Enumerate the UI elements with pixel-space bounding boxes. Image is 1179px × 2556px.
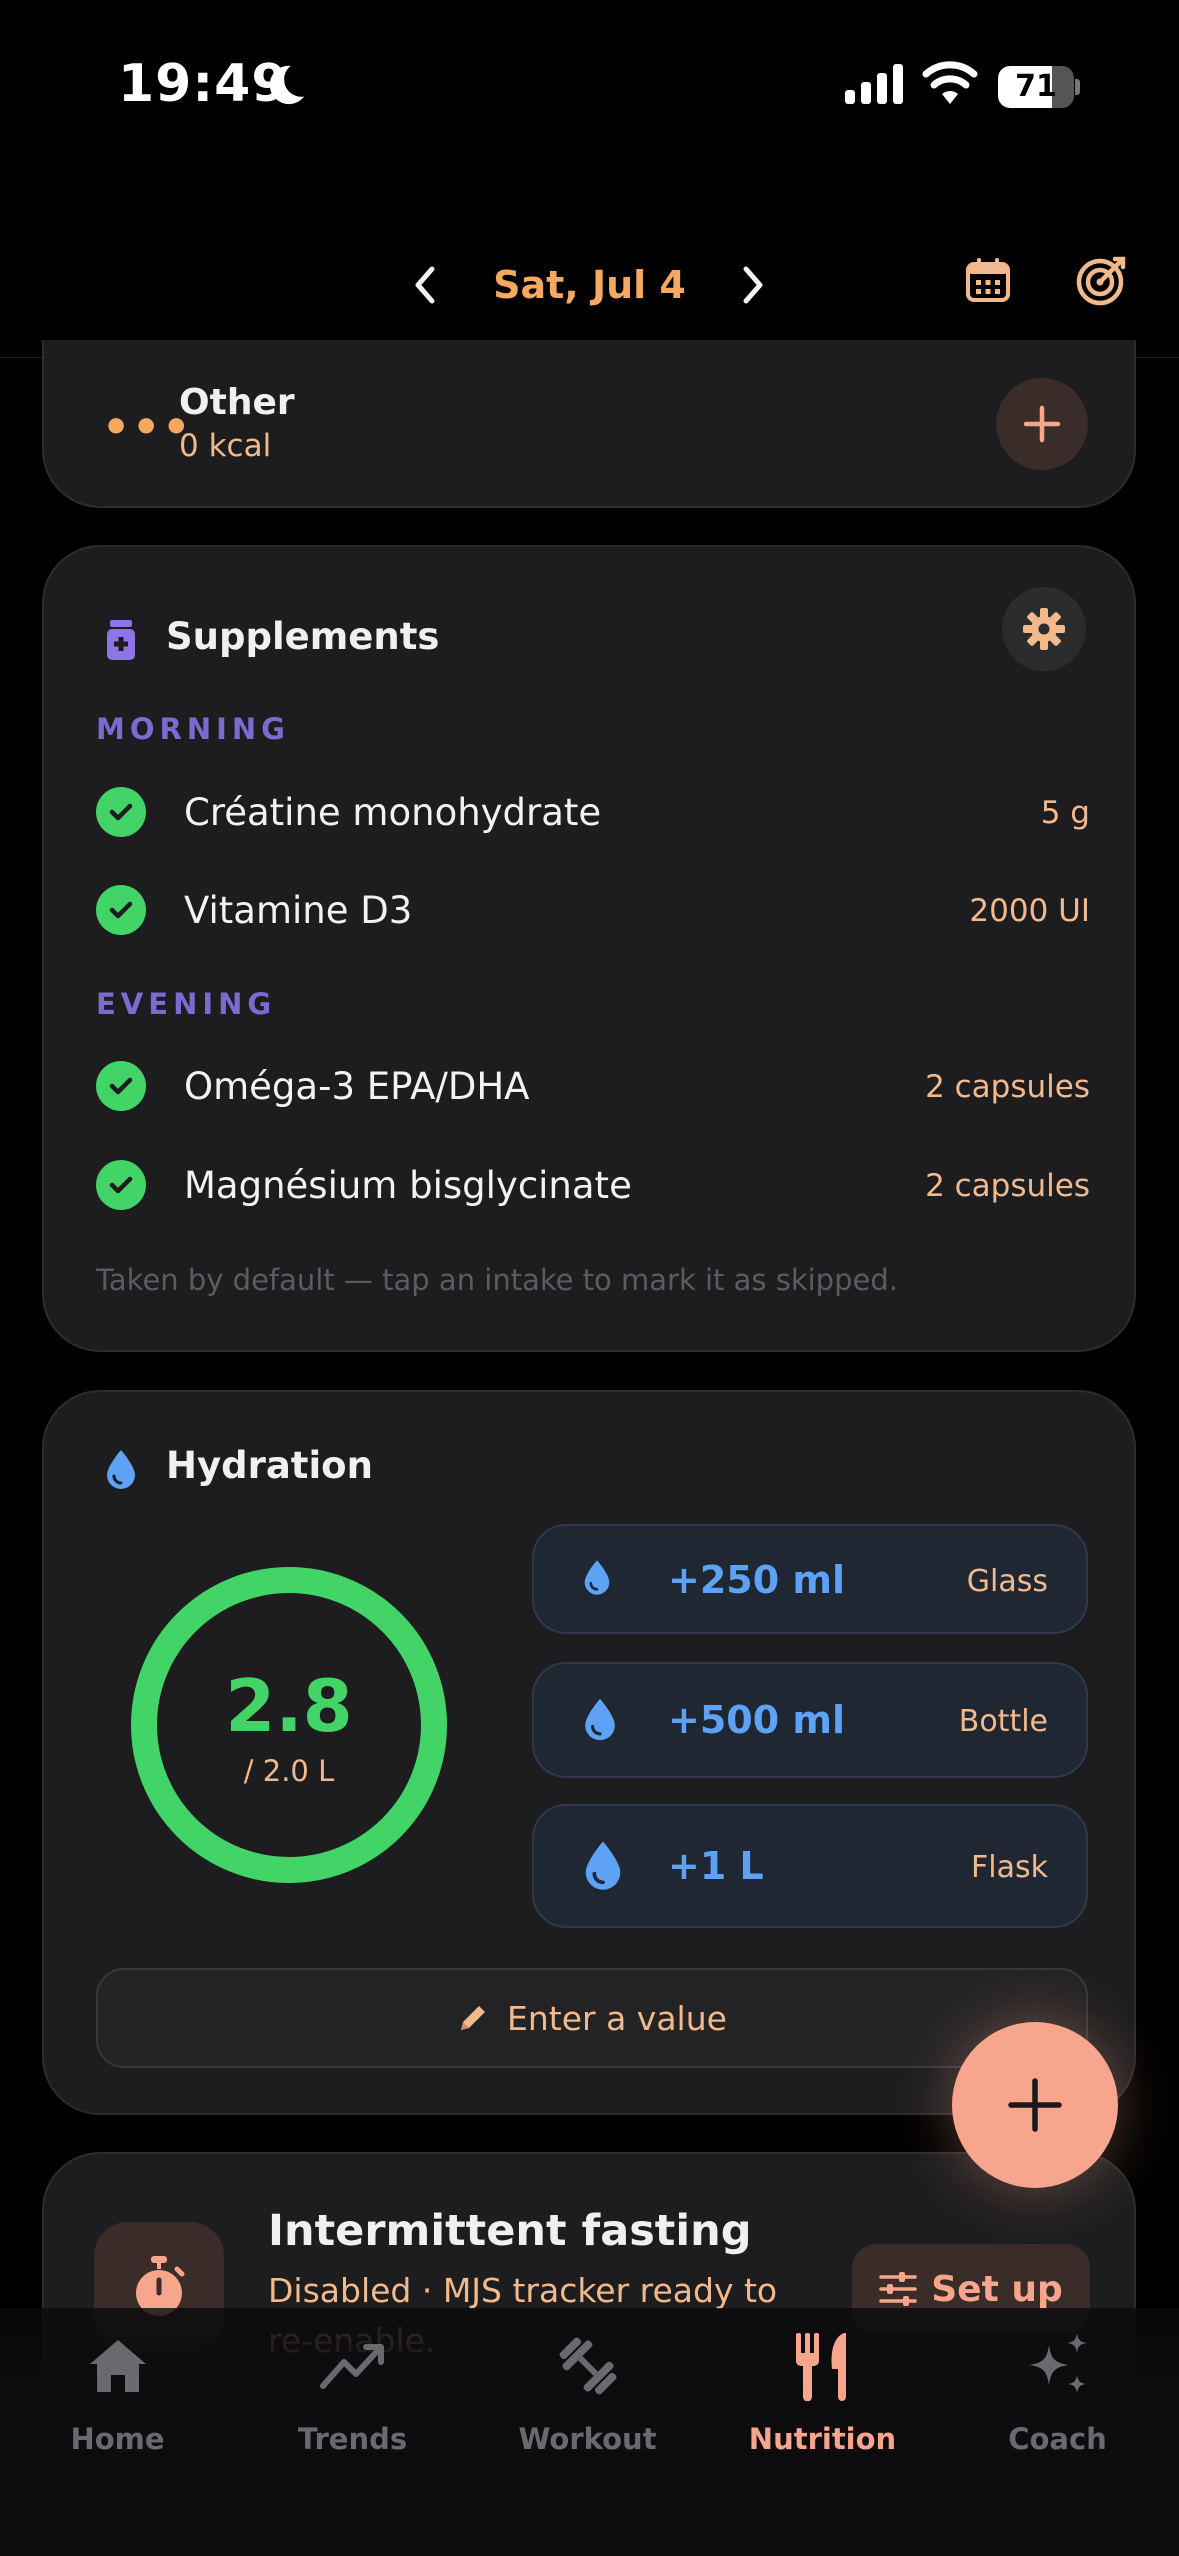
- previous-day-button[interactable]: [390, 250, 460, 320]
- check-icon: [96, 787, 146, 837]
- plus-icon: [1008, 2078, 1062, 2132]
- hydration-target: / 2.0 L: [243, 1754, 335, 1788]
- add-bottle-button[interactable]: +500 ml Bottle: [532, 1662, 1088, 1778]
- tab-coach-label: Coach: [1008, 2422, 1107, 2456]
- moon-icon: [269, 65, 305, 105]
- add-entry-fab[interactable]: [952, 2022, 1118, 2188]
- tab-workout[interactable]: Workout: [470, 2326, 705, 2466]
- water-drop-icon: [582, 1838, 624, 1892]
- tab-home-label: Home: [70, 2422, 165, 2456]
- water-amount: +500 ml: [668, 1698, 846, 1742]
- wifi-icon: [922, 61, 978, 104]
- supplement-dose: 2 capsules: [925, 1168, 1090, 1204]
- water-drop-icon: [582, 1696, 618, 1742]
- enter-value-button[interactable]: Enter a value: [96, 1968, 1088, 2068]
- water-amount: +1 L: [668, 1844, 764, 1888]
- supplement-name: Magnésium bisglycinate: [184, 1164, 632, 1207]
- water-container: Bottle: [958, 1704, 1048, 1739]
- fork-knife-icon: [705, 2330, 940, 2402]
- home-icon: [0, 2330, 235, 2402]
- chevron-left-icon: [415, 266, 435, 304]
- tab-trends[interactable]: Trends: [235, 2326, 470, 2466]
- hydration-progress-ring: 2.8 / 2.0 L: [128, 1564, 450, 1886]
- supplement-name: Créatine monohydrate: [184, 791, 602, 834]
- other-meal-title: Other: [179, 382, 295, 423]
- status-bar: 19:49 71: [0, 0, 1179, 170]
- gear-icon: [1023, 608, 1065, 650]
- hydration-card: Hydration 2.8 / 2.0 L +250 ml Glass +500…: [42, 1390, 1136, 2115]
- period-label-morning: MORNING: [96, 712, 290, 746]
- plus-icon: [1023, 405, 1061, 443]
- supplements-settings-button[interactable]: [1002, 587, 1086, 671]
- calendar-button[interactable]: [948, 240, 1028, 320]
- date-header: Sat, Jul 4: [0, 210, 1179, 358]
- chevron-right-icon: [743, 266, 763, 304]
- supplement-dose: 5 g: [1040, 795, 1090, 831]
- tab-home[interactable]: Home: [0, 2326, 235, 2466]
- supplement-name: Oméga-3 EPA/DHA: [184, 1065, 530, 1108]
- tab-workout-label: Workout: [518, 2422, 657, 2456]
- hydration-value: 2.8: [225, 1664, 353, 1748]
- setup-label: Set up: [931, 2268, 1063, 2310]
- tab-coach[interactable]: Coach: [940, 2326, 1175, 2466]
- supplement-row[interactable]: Oméga-3 EPA/DHA 2 capsules: [96, 1053, 1090, 1123]
- water-drop-icon: [582, 1558, 612, 1596]
- supplements-title: Supplements: [166, 615, 440, 658]
- next-day-button[interactable]: [718, 250, 788, 320]
- signal-icon: [845, 64, 903, 104]
- water-container: Glass: [966, 1564, 1048, 1599]
- goals-button[interactable]: [1062, 240, 1142, 320]
- tab-nutrition-label: Nutrition: [748, 2422, 897, 2456]
- supplement-name: Vitamine D3: [184, 889, 413, 932]
- fasting-title: Intermittent fasting: [268, 2206, 752, 2256]
- calendar-icon: [966, 258, 1010, 302]
- tab-nutrition[interactable]: Nutrition: [705, 2326, 940, 2466]
- add-other-food-button[interactable]: [996, 378, 1088, 470]
- add-flask-button[interactable]: +1 L Flask: [532, 1804, 1088, 1928]
- water-amount: +250 ml: [668, 1558, 846, 1602]
- other-meal-kcal: 0 kcal: [179, 428, 272, 464]
- dumbbell-icon: [470, 2330, 705, 2402]
- battery-indicator: 71: [998, 66, 1080, 108]
- battery-percentage: 71: [1015, 69, 1057, 104]
- supplements-card: Supplements MORNING Créatine monohydrate…: [42, 545, 1136, 1352]
- tab-trends-label: Trends: [297, 2422, 408, 2456]
- sliders-icon: [879, 2272, 917, 2306]
- enter-value-label: Enter a value: [507, 1998, 727, 2038]
- pill-bottle-icon: [96, 615, 146, 665]
- water-container: Flask: [971, 1850, 1048, 1885]
- add-glass-button[interactable]: +250 ml Glass: [532, 1524, 1088, 1634]
- supplement-dose: 2000 UI: [969, 893, 1090, 929]
- check-icon: [96, 1061, 146, 1111]
- trends-icon: [235, 2330, 470, 2402]
- target-icon: [1076, 256, 1126, 306]
- supplements-hint: Taken by default — tap an intake to mark…: [96, 1263, 898, 1297]
- check-icon: [96, 885, 146, 935]
- period-label-evening: EVENING: [96, 987, 277, 1021]
- water-drop-icon: [96, 1444, 146, 1494]
- hydration-title: Hydration: [166, 1444, 373, 1487]
- other-meal-card: ••• Other 0 kcal: [42, 340, 1136, 508]
- supplement-dose: 2 capsules: [925, 1069, 1090, 1105]
- supplement-row[interactable]: Magnésium bisglycinate 2 capsules: [96, 1152, 1090, 1222]
- pencil-icon: [461, 2006, 486, 2030]
- supplement-row[interactable]: Vitamine D3 2000 UI: [96, 877, 1090, 947]
- sparkles-icon: [940, 2330, 1175, 2402]
- tab-bar: Home Trends Workout Nutrition Coach: [0, 2308, 1179, 2556]
- supplement-row[interactable]: Créatine monohydrate 5 g: [96, 779, 1090, 849]
- check-icon: [96, 1160, 146, 1210]
